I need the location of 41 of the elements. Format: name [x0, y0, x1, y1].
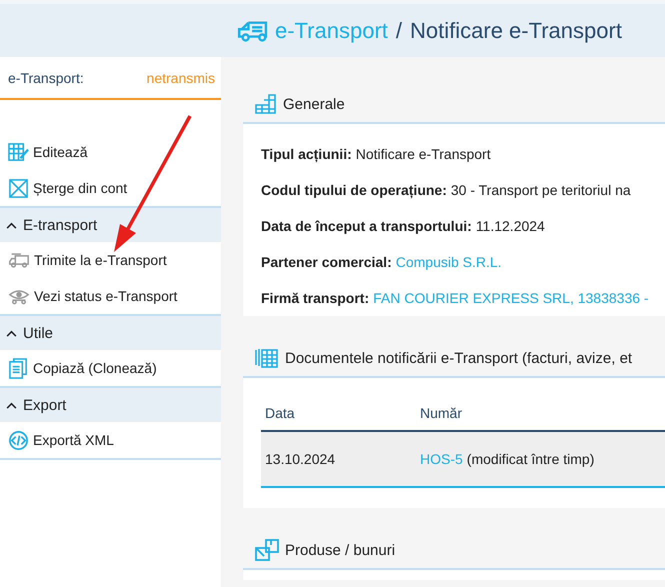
breadcrumb-separator: / [396, 18, 402, 44]
menu-item[interactable]: Copiază (Clonează) [0, 350, 221, 386]
menu-section-header[interactable]: Export [0, 386, 221, 422]
blocks-icon [255, 94, 277, 114]
column-header: Data [264, 405, 296, 421]
caret-icon [6, 330, 17, 336]
documents-icon [8, 358, 29, 378]
status-label: e-Transport: [8, 70, 84, 86]
truck-icon [8, 252, 30, 268]
table-pencil-icon [8, 142, 29, 162]
section-title: Generale [283, 96, 345, 112]
field-label: Tipul acțiunii: [261, 146, 352, 162]
caret-icon [6, 402, 17, 408]
section-title: Documentele notificării e-Transport (facturi, avize, et [285, 350, 632, 366]
boxes-icon [255, 539, 279, 561]
table-stack-icon [255, 348, 279, 368]
truck-icon [237, 18, 269, 42]
section-title: Produse / bunuri [285, 542, 396, 558]
menu-item[interactable]: Editează [0, 134, 221, 170]
code-icon [8, 430, 29, 450]
menu-item[interactable]: Șterge din cont [0, 170, 221, 206]
eye-truck-icon [8, 288, 30, 304]
field-label: Data de început a transportului: [261, 218, 472, 234]
status-value: netransmis [146, 70, 215, 86]
caret-icon [6, 222, 17, 228]
field-value: Notificare e-Transport [356, 146, 491, 162]
table-cell: 13.10.2024 [265, 451, 336, 467]
menu-item[interactable]: Vezi status e-Transport [0, 278, 221, 314]
column-header: Număr [420, 405, 464, 421]
menu-item[interactable]: Trimite la e-Transport [0, 242, 221, 278]
menu-section-header[interactable]: E-transport [0, 206, 221, 242]
field-label: Codul tipului de operațiune: [261, 182, 447, 198]
crossed-box-icon [8, 178, 29, 198]
field-value: 11.12.2024 [476, 218, 545, 234]
field-label: Firmă transport: [261, 290, 370, 306]
document-note: (modificat între timp) [466, 451, 594, 467]
menu-item[interactable]: Exportă XML [0, 422, 221, 458]
menu-section-header[interactable]: Utile [0, 314, 221, 350]
field-label: Partener comercial: [261, 254, 392, 270]
page-title: Notificare e-Transport [410, 18, 622, 44]
field-value: 30 - Transport pe teritoriul na [450, 182, 631, 198]
